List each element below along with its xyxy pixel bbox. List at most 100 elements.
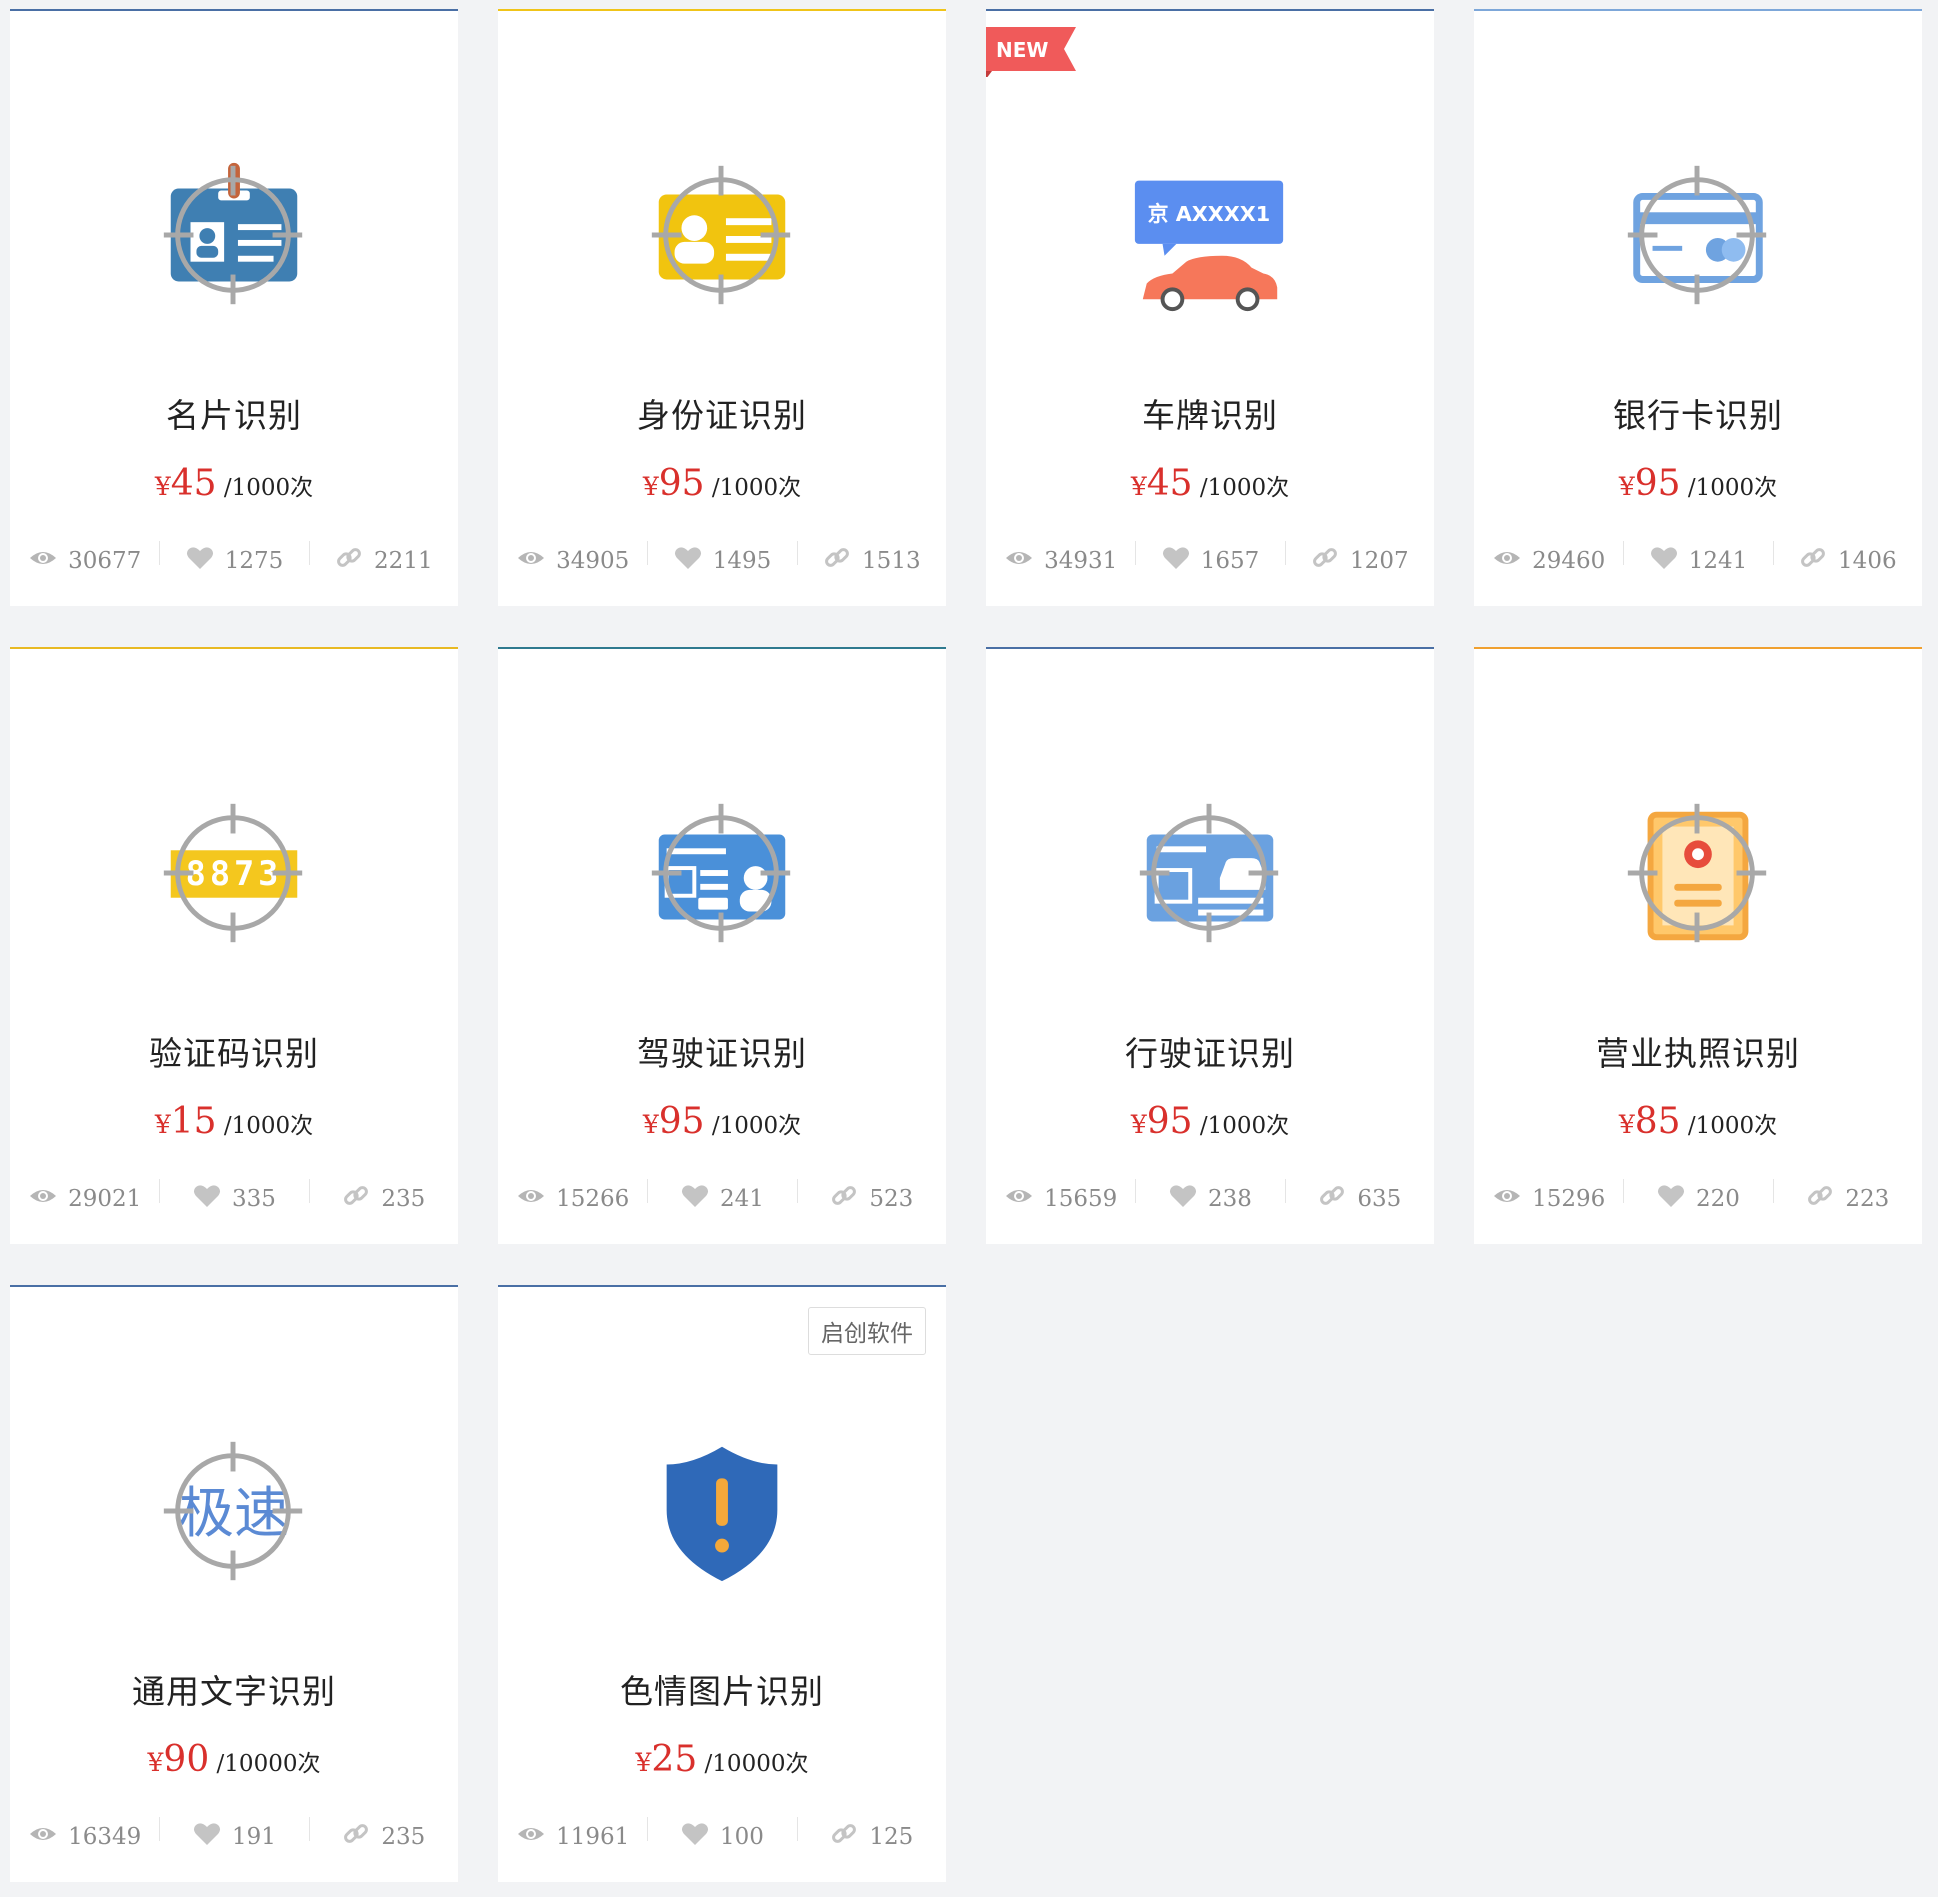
price-unit: /10000次 — [216, 1751, 321, 1777]
views-count: 15659 — [1044, 1186, 1118, 1212]
link-icon[interactable] — [1805, 1181, 1845, 1217]
links-stat[interactable]: 125 — [796, 1817, 946, 1857]
link-icon[interactable] — [341, 1819, 381, 1855]
links-stat[interactable]: 235 — [308, 1817, 458, 1857]
heart-icon[interactable] — [1649, 543, 1689, 579]
currency-symbol: ¥ — [1618, 472, 1635, 501]
eye-icon — [516, 1181, 556, 1217]
price: ¥45 /1000次 — [986, 463, 1434, 504]
heart-icon[interactable] — [673, 543, 713, 579]
heart-icon[interactable] — [192, 1181, 232, 1217]
heart-icon[interactable] — [1161, 543, 1201, 579]
heart-icon[interactable] — [1168, 1181, 1208, 1217]
card-stats: 16349 191 235 — [10, 1817, 458, 1857]
card-stats: 29021 335 235 — [10, 1179, 458, 1219]
service-card[interactable]: 营业执照识别 ¥85 /1000次 15296 220 223 — [1474, 647, 1922, 1244]
likes-stat[interactable]: 1495 — [647, 541, 796, 581]
currency-symbol: ¥ — [1130, 472, 1147, 501]
links-count: 523 — [869, 1186, 914, 1212]
service-card[interactable]: 名片识别 ¥45 /1000次 30677 1275 2211 — [10, 9, 458, 606]
links-stat[interactable]: 1513 — [796, 541, 946, 581]
likes-stat[interactable]: 241 — [647, 1179, 796, 1219]
likes-stat[interactable]: 100 — [647, 1817, 796, 1857]
card-title[interactable]: 行驶证识别 — [986, 1027, 1434, 1075]
eye-icon — [1492, 1181, 1532, 1217]
vendor-tag: 启创软件 — [808, 1307, 926, 1355]
service-card[interactable]: 启创软件 色情图片识别 ¥25 /10000次 11961 100 125 — [498, 1285, 946, 1882]
card-stats: 11961 100 125 — [498, 1817, 946, 1857]
license-plate-icon: 京 AXXXX1 — [1134, 180, 1284, 312]
price-unit: /1000次 — [711, 475, 802, 501]
link-icon[interactable] — [341, 1181, 381, 1217]
link-icon[interactable] — [1310, 543, 1350, 579]
service-card[interactable]: 驾驶证识别 ¥95 /1000次 15266 241 523 — [498, 647, 946, 1244]
views-count: 15296 — [1532, 1186, 1606, 1212]
price: ¥45 /1000次 — [10, 463, 458, 504]
link-icon[interactable] — [829, 1819, 869, 1855]
links-stat[interactable]: 223 — [1772, 1179, 1922, 1219]
price: ¥15 /1000次 — [10, 1101, 458, 1142]
price-unit: /1000次 — [711, 1113, 802, 1139]
heart-icon[interactable] — [680, 1819, 720, 1855]
views-count: 11961 — [556, 1824, 630, 1850]
card-title[interactable]: 通用文字识别 — [10, 1665, 458, 1713]
views-stat: 34931 — [986, 541, 1135, 581]
likes-stat[interactable]: 1657 — [1135, 541, 1284, 581]
svg-text:京 AXXXX1: 京 AXXXX1 — [1148, 202, 1270, 226]
eye-icon — [1492, 543, 1532, 579]
likes-stat[interactable]: 191 — [159, 1817, 308, 1857]
card-title[interactable]: 色情图片识别 — [498, 1665, 946, 1713]
card-stats: 29460 1241 1406 — [1474, 541, 1922, 581]
link-icon[interactable] — [829, 1181, 869, 1217]
link-icon[interactable] — [334, 543, 374, 579]
link-icon[interactable] — [1798, 543, 1838, 579]
currency-symbol: ¥ — [154, 472, 171, 501]
card-title[interactable]: 银行卡识别 — [1474, 389, 1922, 437]
views-count: 34905 — [556, 548, 630, 574]
price-value: 25 — [651, 1739, 698, 1780]
likes-count: 100 — [720, 1824, 764, 1850]
card-title[interactable]: 车牌识别 — [986, 389, 1434, 437]
link-icon[interactable] — [822, 543, 862, 579]
links-stat[interactable]: 635 — [1284, 1179, 1434, 1219]
currency-symbol: ¥ — [1618, 1110, 1635, 1139]
links-stat[interactable]: 1406 — [1772, 541, 1922, 581]
views-stat: 30677 — [10, 541, 159, 581]
service-card[interactable]: NEW 京 AXXXX1 车牌识别 ¥45 /1000次 34931 1657 … — [986, 9, 1434, 606]
links-stat[interactable]: 2211 — [308, 541, 458, 581]
card-title[interactable]: 营业执照识别 — [1474, 1027, 1922, 1075]
likes-stat[interactable]: 1241 — [1623, 541, 1772, 581]
card-title[interactable]: 名片识别 — [10, 389, 458, 437]
likes-stat[interactable]: 335 — [159, 1179, 308, 1219]
card-title[interactable]: 身份证识别 — [498, 389, 946, 437]
links-stat[interactable]: 523 — [796, 1179, 946, 1219]
likes-stat[interactable]: 238 — [1135, 1179, 1284, 1219]
business-card-icon — [163, 162, 303, 305]
service-card[interactable]: 银行卡识别 ¥95 /1000次 29460 1241 1406 — [1474, 9, 1922, 606]
views-count: 29021 — [68, 1186, 142, 1212]
bank-card-icon — [1627, 165, 1767, 305]
price-value: 95 — [658, 1101, 705, 1142]
service-card[interactable]: 身份证识别 ¥95 /1000次 34905 1495 1513 — [498, 9, 946, 606]
eye-icon — [28, 1819, 68, 1855]
links-stat[interactable]: 235 — [308, 1179, 458, 1219]
link-icon[interactable] — [1317, 1181, 1357, 1217]
service-card[interactable]: 极速 通用文字识别 ¥90 /10000次 16349 191 235 — [10, 1285, 458, 1882]
heart-icon[interactable] — [185, 543, 225, 579]
card-title[interactable]: 验证码识别 — [10, 1027, 458, 1075]
price-unit: /10000次 — [704, 1751, 809, 1777]
links-count: 1406 — [1838, 548, 1897, 574]
likes-stat[interactable]: 220 — [1623, 1179, 1772, 1219]
card-title[interactable]: 驾驶证识别 — [498, 1027, 946, 1075]
heart-icon[interactable] — [1656, 1181, 1696, 1217]
heart-icon[interactable] — [680, 1181, 720, 1217]
service-card[interactable]: 8873 验证码识别 ¥15 /1000次 29021 335 235 — [10, 647, 458, 1244]
service-card[interactable]: 行驶证识别 ¥95 /1000次 15659 238 635 — [986, 647, 1434, 1244]
price: ¥25 /10000次 — [498, 1739, 946, 1780]
links-stat[interactable]: 1207 — [1284, 541, 1434, 581]
price-unit: /1000次 — [1687, 1113, 1778, 1139]
price-value: 45 — [170, 463, 217, 504]
likes-stat[interactable]: 1275 — [159, 541, 308, 581]
heart-icon[interactable] — [192, 1819, 232, 1855]
views-count: 29460 — [1532, 548, 1606, 574]
